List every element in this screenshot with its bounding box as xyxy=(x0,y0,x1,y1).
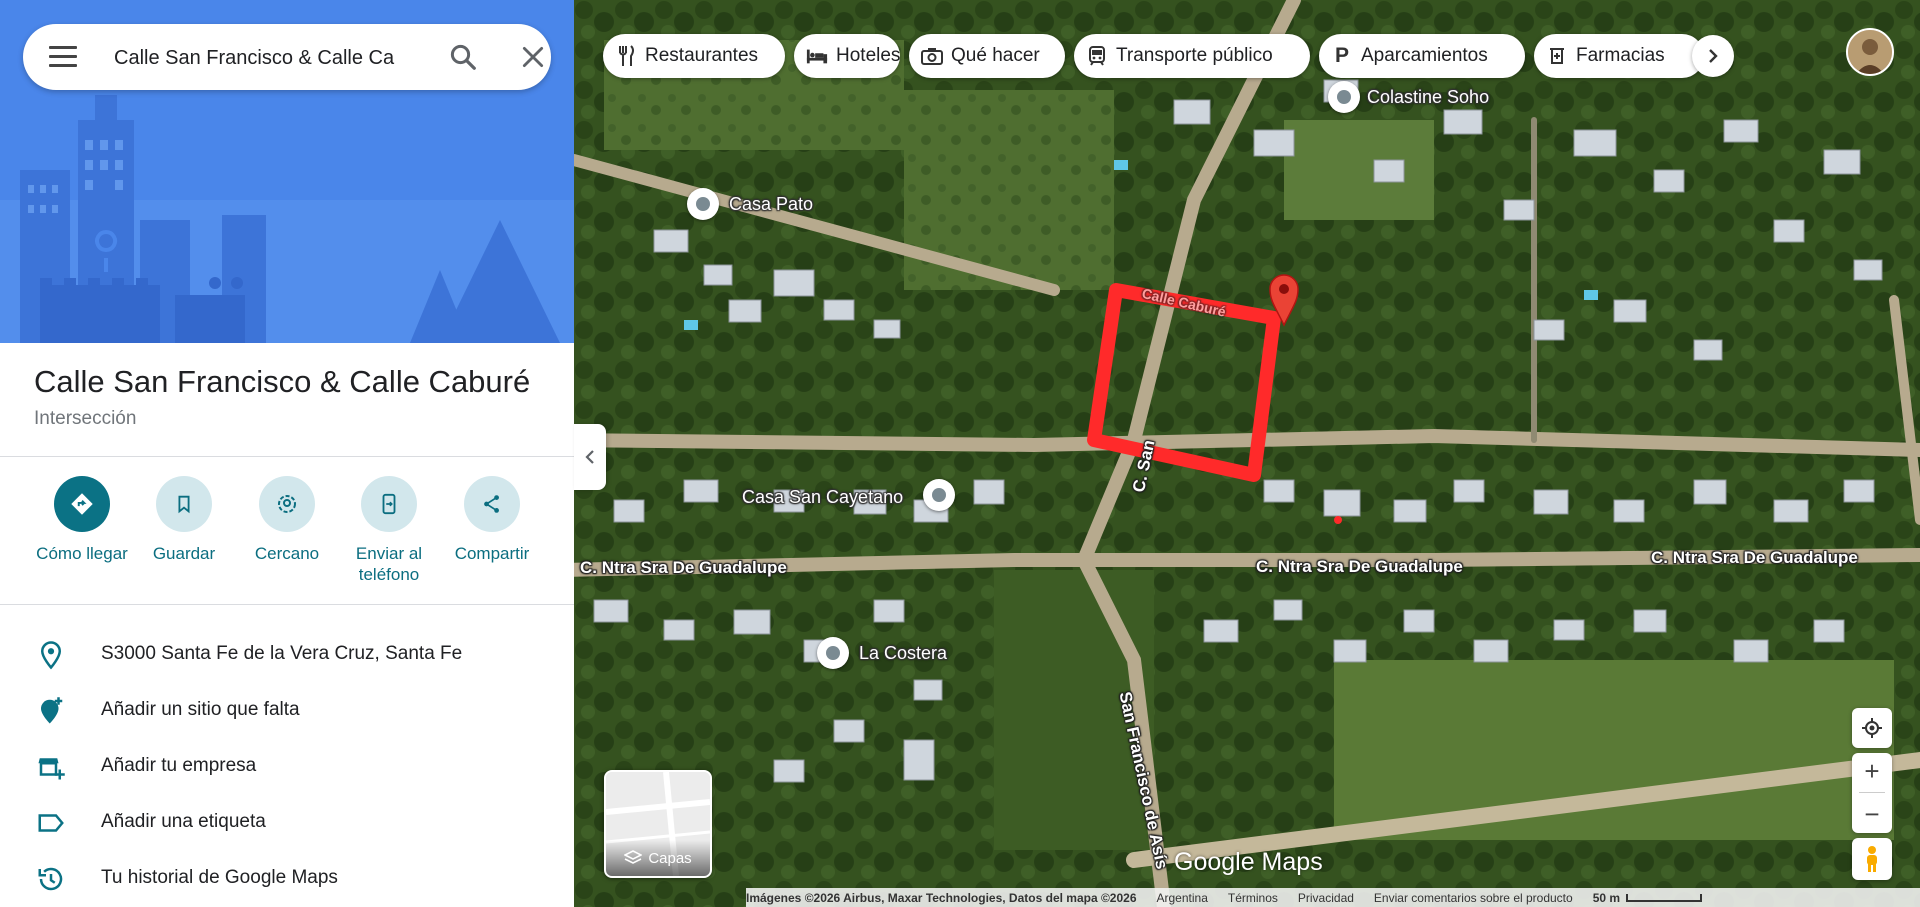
search-box xyxy=(23,24,551,90)
chips-scroll-right-button[interactable] xyxy=(1692,35,1734,77)
zoom-out-button[interactable]: − xyxy=(1864,799,1879,830)
chip-things-to-do-label: Qué hacer xyxy=(951,45,1040,66)
send-to-phone-icon xyxy=(361,476,417,532)
chevron-left-icon xyxy=(585,450,594,464)
scale-bar[interactable]: 50 m xyxy=(1593,891,1722,905)
nearby-label: Cercano xyxy=(254,544,320,563)
chip-restaurants[interactable]: Restaurantes xyxy=(603,34,785,78)
pegman-icon xyxy=(1867,846,1877,872)
share-button[interactable]: Compartir xyxy=(441,476,543,564)
pharmacy-icon xyxy=(1546,45,1568,67)
layers-caption: Capas xyxy=(606,840,710,876)
zoom-controls: + − xyxy=(1852,753,1892,833)
camera-icon xyxy=(921,45,943,67)
directions-button[interactable]: Cómo llegar xyxy=(31,476,133,564)
chip-things-to-do[interactable]: Qué hacer xyxy=(909,34,1065,78)
poi-pin-icon[interactable] xyxy=(923,479,955,511)
save-label: Guardar xyxy=(152,544,216,563)
privacy-link[interactable]: Privacidad xyxy=(1298,891,1354,905)
google-maps-logo: Google Maps xyxy=(1174,848,1323,876)
layers-icon xyxy=(624,850,643,864)
close-icon[interactable] xyxy=(520,44,546,70)
chip-pharmacies[interactable]: Farmacias xyxy=(1534,34,1704,78)
divider xyxy=(0,456,574,457)
add-missing-place-text: Añadir un sitio que falta xyxy=(101,699,300,720)
add-label-text: Añadir una etiqueta xyxy=(101,811,266,832)
address-row[interactable]: S3000 Santa Fe de la Vera Cruz, Santa Fe xyxy=(0,632,574,678)
chip-public-transport-label: Transporte público xyxy=(1116,45,1273,66)
send-to-phone-label: Enviar al teléfono xyxy=(355,544,423,584)
nearby-button[interactable]: Cercano xyxy=(236,476,338,564)
directions-icon xyxy=(54,476,110,532)
account-avatar[interactable] xyxy=(1846,28,1894,76)
street-view-pegman-button[interactable] xyxy=(1852,838,1892,880)
directions-label: Cómo llegar xyxy=(36,544,128,563)
divider xyxy=(0,604,574,605)
add-place-icon xyxy=(41,697,63,724)
layers-button[interactable]: Capas xyxy=(604,770,712,878)
send-to-phone-button[interactable]: Enviar al teléfono xyxy=(338,476,440,585)
parking-icon: P xyxy=(1334,44,1349,67)
side-panel: Calle San Francisco & Calle Caburé Inter… xyxy=(0,0,574,907)
hotel-icon xyxy=(806,45,828,67)
terms-link[interactable]: Términos xyxy=(1228,891,1278,905)
maps-history-text: Tu historial de Google Maps xyxy=(101,867,338,888)
satellite-map[interactable]: Restaurantes Hoteles Qué hacer Transport… xyxy=(574,0,1920,907)
chip-pharmacies-label: Farmacias xyxy=(1576,45,1665,66)
place-type: Intersección xyxy=(34,408,137,429)
location-pin-icon xyxy=(40,641,62,670)
search-input[interactable] xyxy=(112,40,426,76)
share-icon xyxy=(464,476,520,532)
add-business-icon xyxy=(38,758,65,780)
label-icon xyxy=(38,814,64,832)
street-label-guadalupe-west: C. Ntra Sra De Guadalupe xyxy=(580,558,787,577)
my-location-button[interactable] xyxy=(1852,708,1892,748)
address-text: S3000 Santa Fe de la Vera Cruz, Santa Fe xyxy=(101,643,463,664)
send-feedback-link[interactable]: Enviar comentarios sobre el producto xyxy=(1374,891,1573,905)
poi-casa-pato[interactable]: Casa Pato xyxy=(729,194,813,215)
add-business-text: Añadir tu empresa xyxy=(101,755,257,776)
imagery-attribution: Imágenes ©2026 Airbus, Maxar Technologie… xyxy=(746,890,1137,905)
street-label-guadalupe-east: C. Ntra Sra De Guadalupe xyxy=(1651,548,1858,567)
map-footer: Imágenes ©2026 Airbus, Maxar Technologie… xyxy=(746,888,1920,907)
poi-casa-san-cayetano[interactable]: Casa San Cayetano xyxy=(742,487,903,508)
add-missing-place-row[interactable]: Añadir un sitio que falta xyxy=(0,688,574,734)
restaurant-icon xyxy=(615,45,637,67)
chip-parking[interactable]: P Aparcamientos xyxy=(1319,34,1525,78)
my-location-icon xyxy=(1862,718,1882,738)
poi-pin-icon[interactable] xyxy=(687,188,719,220)
chip-hotels-label: Hoteles xyxy=(836,45,901,66)
street-label-guadalupe-center: C. Ntra Sra De Guadalupe xyxy=(1256,557,1463,576)
layers-label: Capas xyxy=(648,849,692,867)
save-button[interactable]: Guardar xyxy=(133,476,235,564)
add-label-row[interactable]: Añadir una etiqueta xyxy=(0,800,574,846)
poi-la-costera[interactable]: La Costera xyxy=(859,643,947,664)
poi-pin-icon[interactable] xyxy=(817,637,849,669)
add-business-row[interactable]: Añadir tu empresa xyxy=(0,744,574,790)
place-title: Calle San Francisco & Calle Caburé xyxy=(34,364,531,399)
maps-history-row[interactable]: Tu historial de Google Maps xyxy=(0,856,574,902)
scale-bar-line xyxy=(1626,893,1703,902)
poi-pin-icon[interactable] xyxy=(1328,81,1360,113)
zoom-in-button[interactable]: + xyxy=(1864,756,1879,787)
divider xyxy=(1859,792,1885,794)
bookmark-icon xyxy=(156,476,212,532)
satellite-imagery xyxy=(574,0,1920,907)
scale-label: 50 m xyxy=(1592,890,1621,905)
share-label: Compartir xyxy=(454,544,530,563)
menu-icon[interactable] xyxy=(49,46,77,68)
chevron-right-icon xyxy=(1709,49,1718,63)
history-icon xyxy=(38,867,63,891)
collapse-panel-button[interactable] xyxy=(574,424,606,490)
country-link[interactable]: Argentina xyxy=(1157,891,1208,905)
chip-restaurants-label: Restaurantes xyxy=(645,45,759,66)
poi-colastine-soho[interactable]: Colastine Soho xyxy=(1367,87,1489,108)
chip-hotels[interactable]: Hoteles xyxy=(794,34,900,78)
transit-icon xyxy=(1086,45,1108,67)
search-icon[interactable] xyxy=(448,42,478,72)
chip-parking-label: Aparcamientos xyxy=(1361,45,1488,66)
nearby-icon xyxy=(259,476,315,532)
chip-public-transport[interactable]: Transporte público xyxy=(1074,34,1310,78)
